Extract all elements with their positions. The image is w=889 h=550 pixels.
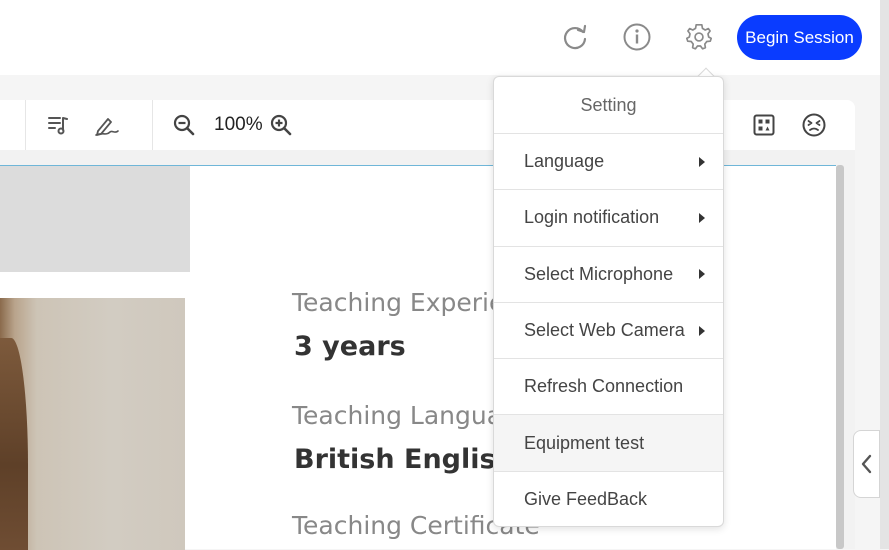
settings-menu-title: Setting	[494, 77, 723, 134]
menu-item-label: Select Microphone	[524, 263, 674, 284]
caret-right-icon	[699, 325, 705, 336]
zoom-in-icon[interactable]	[268, 112, 294, 138]
document-scrollbar[interactable]	[836, 165, 844, 549]
teaching-language-value: British English	[294, 444, 515, 475]
begin-session-button[interactable]: Begin Session	[737, 15, 862, 60]
menu-item-select-microphone[interactable]: Select Microphone	[494, 247, 723, 303]
chevron-left-icon	[861, 454, 871, 474]
side-panel-toggle[interactable]	[853, 430, 880, 498]
document-viewport: Teaching Experience 3 years Teaching Lan…	[0, 150, 855, 550]
gear-icon[interactable]	[684, 22, 714, 52]
toolbar-divider	[25, 100, 26, 150]
teaching-experience-value: 3 years	[294, 331, 406, 362]
top-bar: Begin Session	[0, 0, 880, 75]
info-icon[interactable]	[622, 22, 652, 52]
playlist-icon[interactable]	[45, 112, 71, 138]
menu-item-label: Login notification	[524, 207, 660, 228]
zoom-out-icon[interactable]	[171, 112, 197, 138]
toolbar-divider	[152, 100, 153, 150]
signature-icon[interactable]	[94, 112, 120, 138]
caret-right-icon	[699, 212, 705, 223]
refresh-icon[interactable]	[560, 22, 590, 52]
menu-item-label: Language	[524, 151, 605, 172]
menu-item-language[interactable]: Language	[494, 134, 723, 191]
menu-item-label: Select Web Camera	[524, 320, 685, 341]
menu-item-label: Give FeedBack	[524, 489, 648, 510]
placeholder-block	[0, 166, 190, 272]
menu-item-label: Refresh Connection	[524, 376, 684, 397]
caret-right-icon	[699, 269, 705, 280]
grid-icon[interactable]	[751, 112, 777, 138]
menu-item-refresh-connection[interactable]: Refresh Connection	[494, 359, 723, 416]
settings-menu: Setting Language Login notification Sele…	[493, 76, 724, 527]
teacher-photo	[0, 298, 185, 550]
menu-item-label: Equipment test	[524, 432, 645, 453]
caret-right-icon	[699, 156, 705, 167]
menu-item-give-feedback[interactable]: Give FeedBack	[494, 472, 723, 528]
emoji-icon[interactable]	[801, 112, 827, 138]
page-scrollbar-track	[880, 0, 889, 549]
menu-item-select-web-camera[interactable]: Select Web Camera	[494, 303, 723, 360]
menu-item-login-notification[interactable]: Login notification	[494, 190, 723, 247]
menu-item-equipment-test[interactable]: Equipment test	[494, 415, 723, 472]
document-toolbar: 100%	[0, 100, 855, 150]
zoom-level: 100%	[214, 114, 263, 135]
